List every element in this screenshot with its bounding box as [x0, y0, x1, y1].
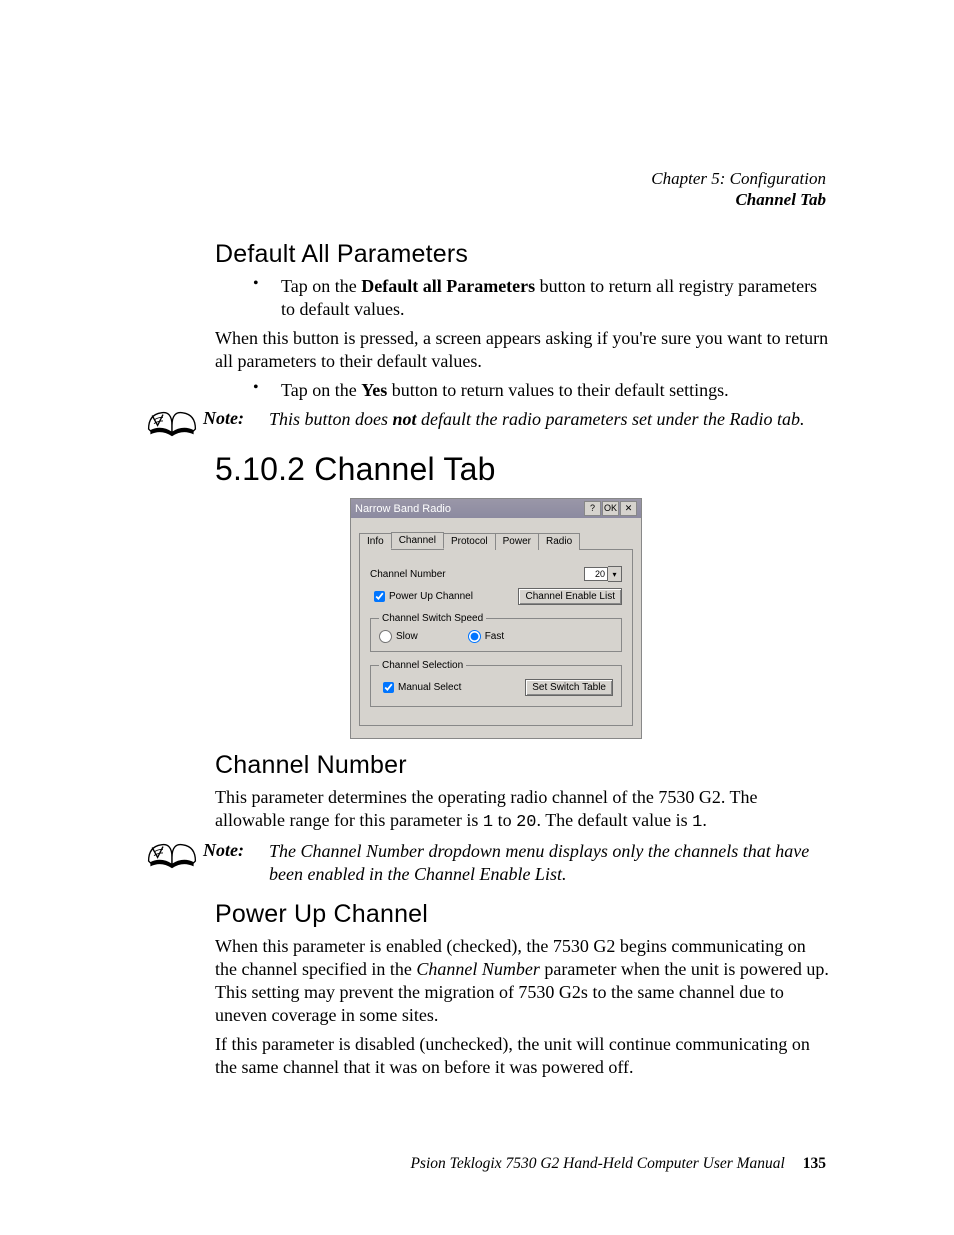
- power-up-channel-checkbox[interactable]: [374, 591, 385, 602]
- heading-5-10-2-channel-tab: 5.10.2 Channel Tab: [215, 451, 829, 488]
- heading-channel-number: Channel Number: [215, 751, 829, 780]
- page-footer: Psion Teklogix 7530 G2 Hand-Held Compute…: [410, 1155, 826, 1173]
- note-label: Note:: [203, 840, 269, 861]
- tab-strip: Info Channel Protocol Power Radio: [359, 532, 633, 549]
- radio-slow[interactable]: Slow: [379, 630, 418, 643]
- footer-manual-title: Psion Teklogix 7530 G2 Hand-Held Compute…: [410, 1155, 784, 1172]
- switch-speed-legend: Channel Switch Speed: [379, 613, 486, 624]
- tab-radio[interactable]: Radio: [538, 533, 580, 550]
- note-text-2: The Channel Number dropdown menu display…: [269, 840, 829, 886]
- page-number: 135: [803, 1155, 826, 1172]
- heading-default-all-parameters: Default All Parameters: [215, 240, 829, 269]
- manual-select-checkbox-row[interactable]: Manual Select: [379, 679, 525, 696]
- tab-power[interactable]: Power: [495, 533, 539, 550]
- channel-switch-speed-group: Channel Switch Speed Slow Fast: [370, 613, 622, 652]
- para-power-up-1: When this parameter is enabled (checked)…: [215, 935, 829, 1027]
- channel-enable-list-button[interactable]: Channel Enable List: [518, 588, 622, 605]
- channel-number-label: Channel Number: [370, 569, 584, 580]
- note-text-1: This button does not default the radio p…: [269, 408, 829, 431]
- section-line: Channel Tab: [651, 189, 826, 210]
- tab-channel[interactable]: Channel: [391, 532, 444, 549]
- window-title: Narrow Band Radio: [355, 503, 583, 515]
- book-icon: [145, 834, 203, 875]
- close-button[interactable]: ✕: [620, 501, 637, 516]
- manual-select-checkbox[interactable]: [383, 682, 394, 693]
- running-header: Chapter 5: Configuration Channel Tab: [651, 168, 826, 211]
- para-confirm-screen: When this button is pressed, a screen ap…: [215, 327, 829, 373]
- power-up-channel-checkbox-row[interactable]: Power Up Channel: [370, 588, 518, 605]
- screenshot-channel-tab: Narrow Band Radio ? OK ✕ Info Channel Pr…: [350, 498, 829, 739]
- manual-select-label: Manual Select: [398, 682, 461, 693]
- heading-power-up-channel: Power Up Channel: [215, 900, 829, 929]
- bullet-tap-yes: Tap on the Yes button to return values t…: [253, 379, 829, 402]
- para-channel-number: This parameter determines the operating …: [215, 786, 829, 834]
- bullet-default-all: Tap on the Default all Parameters button…: [253, 275, 829, 321]
- channel-selection-legend: Channel Selection: [379, 660, 466, 671]
- channel-number-combo[interactable]: ▾: [584, 566, 622, 582]
- book-icon: [145, 402, 203, 443]
- chapter-line: Chapter 5: Configuration: [651, 168, 826, 189]
- dropdown-arrow-icon[interactable]: ▾: [608, 566, 622, 582]
- help-button[interactable]: ?: [584, 501, 601, 516]
- para-power-up-2: If this parameter is disabled (unchecked…: [215, 1033, 829, 1079]
- window-titlebar: Narrow Band Radio ? OK ✕: [351, 499, 641, 518]
- channel-selection-group: Channel Selection Manual Select Set Swit…: [370, 660, 622, 707]
- power-up-channel-label: Power Up Channel: [389, 591, 473, 602]
- tab-protocol[interactable]: Protocol: [443, 533, 496, 550]
- note-channel-number: Note: The Channel Number dropdown menu d…: [145, 840, 829, 886]
- note-radio-tab: Note: This button does not default the r…: [145, 408, 829, 443]
- note-label: Note:: [203, 408, 269, 429]
- tab-info[interactable]: Info: [359, 533, 392, 550]
- channel-number-input[interactable]: [584, 567, 608, 581]
- radio-fast[interactable]: Fast: [468, 630, 504, 643]
- ok-button[interactable]: OK: [602, 501, 619, 516]
- set-switch-table-button[interactable]: Set Switch Table: [525, 679, 613, 696]
